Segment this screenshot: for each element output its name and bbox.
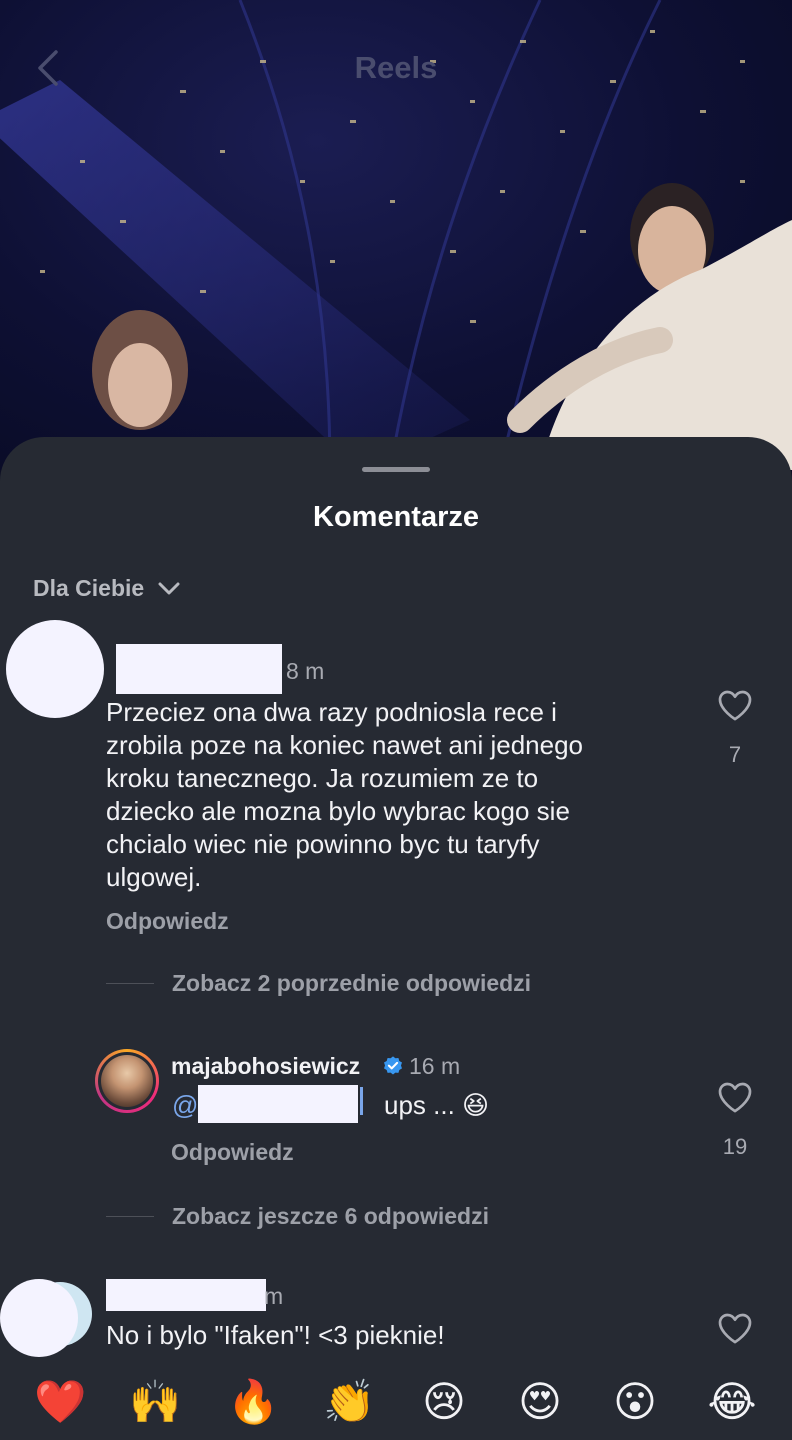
comment-timestamp: 8 m bbox=[286, 658, 325, 684]
mention-tail bbox=[360, 1087, 363, 1115]
avatar bbox=[101, 1055, 153, 1107]
verified-badge-icon bbox=[384, 1056, 402, 1075]
reels-header: Reels bbox=[0, 40, 792, 96]
comment-line: chcialo wiec nie powinno byc tu taryfy bbox=[106, 829, 540, 859]
like-count: 7 bbox=[728, 742, 742, 767]
view-more-replies[interactable]: Zobacz jeszcze 6 odpowiedzi bbox=[106, 1203, 489, 1230]
redacted-username bbox=[198, 1085, 358, 1123]
avatar-story-ring[interactable] bbox=[95, 1049, 159, 1113]
sheet-title: Komentarze bbox=[313, 501, 479, 533]
comment-username[interactable]: majabohosiewicz bbox=[171, 1053, 360, 1080]
comment-line: Przeciez ona dwa razy podniosla rece i bbox=[106, 697, 557, 727]
view-more-label: Zobacz jeszcze 6 odpowiedzi bbox=[172, 1203, 489, 1229]
comment-line: zrobila poze na koniec nawet ani jednego bbox=[106, 730, 584, 760]
mention-link[interactable]: @ bbox=[172, 1089, 198, 1122]
heart-emoji-icon[interactable]: ❤️ bbox=[34, 1376, 86, 1428]
reply-button[interactable]: Odpowiedz bbox=[106, 908, 229, 935]
comment-line: kroku tanecznego. Ja rozumiem ze to bbox=[106, 763, 539, 793]
raised-hands-emoji-icon[interactable]: 🙌 bbox=[129, 1376, 181, 1428]
reaction-bar: ❤️ 🙌 🔥 👏 😢 😍 😮 😂 bbox=[0, 1360, 792, 1440]
laughing-emoji-icon[interactable]: 😂 bbox=[706, 1376, 758, 1428]
view-previous-replies[interactable]: Zobacz 2 poprzednie odpowiedzi bbox=[106, 970, 531, 997]
like-count: 19 bbox=[722, 1134, 748, 1159]
heart-outline-icon bbox=[718, 690, 752, 721]
like-button[interactable] bbox=[715, 685, 755, 725]
chevron-down-icon bbox=[158, 582, 180, 594]
sheet-drag-handle[interactable] bbox=[362, 467, 430, 472]
thread-line bbox=[106, 1216, 154, 1217]
redacted-username bbox=[116, 644, 282, 694]
comment-line: dziecko ale mozna bylo wybrac kogo sie bbox=[106, 796, 570, 826]
heart-eyes-emoji-icon[interactable]: 😍 bbox=[514, 1376, 566, 1428]
reply-button[interactable]: Odpowiedz bbox=[171, 1139, 294, 1166]
avatar[interactable] bbox=[0, 1279, 78, 1357]
heart-outline-icon bbox=[718, 1082, 752, 1113]
sort-dropdown[interactable]: Dla Ciebie bbox=[33, 575, 180, 602]
fire-emoji-icon[interactable]: 🔥 bbox=[227, 1376, 279, 1428]
comment-text: No i bylo "Ifaken"! <3 pieknie! bbox=[106, 1320, 445, 1350]
clapping-emoji-icon[interactable]: 👏 bbox=[323, 1376, 375, 1428]
comment-text: Przeciez ona dwa razy podniosla rece i z… bbox=[106, 696, 706, 894]
comment-timestamp: 16 m bbox=[409, 1053, 461, 1079]
surprised-emoji-icon[interactable]: 😮 bbox=[609, 1376, 661, 1428]
redacted-username bbox=[106, 1279, 266, 1311]
avatar[interactable] bbox=[6, 620, 104, 718]
like-button[interactable] bbox=[715, 1308, 755, 1348]
comment-text: ups ... 😆 bbox=[384, 1090, 490, 1120]
comment-timestamp: m bbox=[264, 1283, 284, 1309]
crying-emoji-icon[interactable]: 😢 bbox=[418, 1376, 470, 1428]
comments-sheet: Komentarze Dla Ciebie 8 m Przeciez ona d… bbox=[0, 437, 792, 1440]
page-title: Reels bbox=[354, 50, 438, 85]
sort-label: Dla Ciebie bbox=[33, 575, 145, 601]
view-previous-label: Zobacz 2 poprzednie odpowiedzi bbox=[172, 970, 532, 996]
comment-line: ulgowej. bbox=[106, 862, 202, 892]
heart-outline-icon bbox=[718, 1313, 752, 1344]
thread-line bbox=[106, 983, 154, 984]
like-button[interactable] bbox=[715, 1077, 755, 1117]
